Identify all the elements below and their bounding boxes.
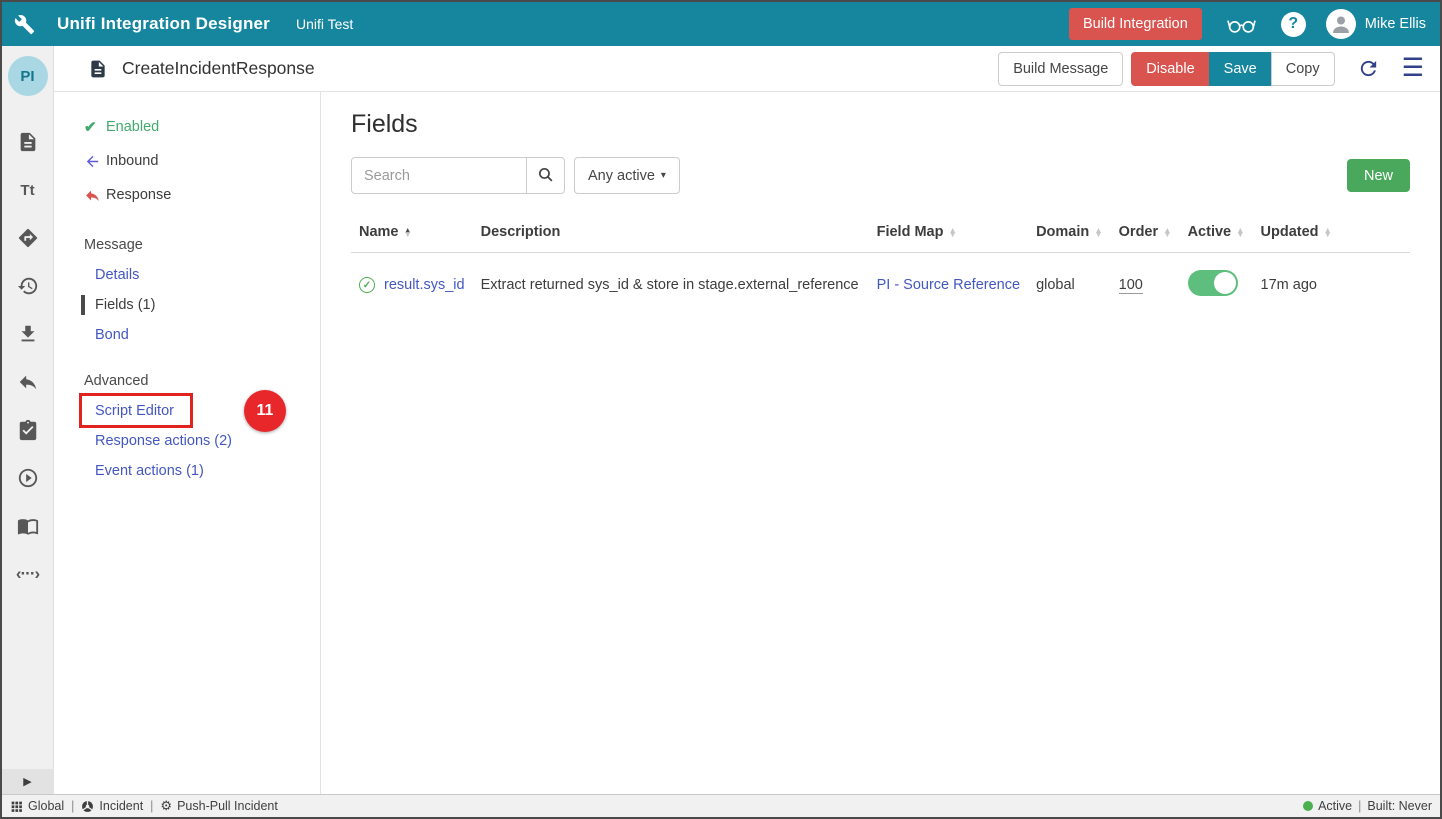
nav-item-details[interactable]: Details	[54, 260, 320, 290]
app-window: Unifi Integration Designer Unifi Test Bu…	[0, 0, 1442, 819]
reply-icon[interactable]	[2, 358, 54, 406]
nav-item-fields[interactable]: Fields (1)	[54, 290, 320, 320]
search-button[interactable]	[527, 157, 565, 194]
arrow-left-icon	[84, 153, 106, 170]
scope-indicator[interactable]: Global	[10, 799, 64, 813]
statusbar: Global | Incident | ⚙ Push-Pull Incident…	[2, 794, 1440, 817]
docs-icon[interactable]	[2, 502, 54, 550]
page-title: Fields	[351, 110, 1410, 139]
incident-icon	[81, 800, 94, 813]
status-dot	[1303, 801, 1313, 811]
col-active[interactable]: Active▲▼	[1180, 214, 1253, 253]
fields-panel: Fields Any active ▾	[321, 92, 1440, 794]
message-doc-icon	[88, 59, 108, 79]
field-domain: global	[1028, 253, 1111, 318]
topbar: Unifi Integration Designer Unifi Test Bu…	[2, 2, 1440, 46]
table-header-row: Name▲▼ Description Field Map▲▼ Domain▲▼ …	[351, 214, 1410, 253]
run-icon[interactable]	[2, 454, 54, 502]
refresh-icon[interactable]	[1357, 57, 1380, 80]
nav-item-response-actions[interactable]: Response actions (2)	[54, 426, 320, 456]
status-response: Response	[54, 178, 320, 212]
history-icon[interactable]	[2, 262, 54, 310]
section-message: Message	[54, 230, 320, 260]
tasks-icon[interactable]	[2, 406, 54, 454]
field-updated: 17m ago	[1253, 253, 1410, 318]
build-message-button[interactable]: Build Message	[998, 52, 1123, 86]
code-icon[interactable]: ‹···›	[2, 550, 54, 598]
target-indicator[interactable]: Incident	[81, 799, 143, 813]
field-description: Extract returned sys_id & store in stage…	[473, 253, 869, 318]
col-description[interactable]: Description	[473, 214, 869, 253]
rail-expand-button[interactable]: ▶	[2, 769, 54, 794]
instance-name: Unifi Test	[296, 16, 353, 32]
record-header: CreateIncidentResponse Build Message Dis…	[54, 46, 1440, 92]
col-domain[interactable]: Domain▲▼	[1028, 214, 1111, 253]
toggle-knob	[1214, 272, 1236, 294]
build-integration-button[interactable]: Build Integration	[1069, 8, 1202, 40]
directions-icon[interactable]	[2, 214, 54, 262]
active-filter-dropdown[interactable]: Any active ▾	[574, 157, 680, 194]
disable-button[interactable]: Disable	[1131, 52, 1208, 86]
messages-icon[interactable]	[2, 118, 54, 166]
expand-arrow-icon: ▶	[23, 775, 31, 788]
field-order[interactable]: 100	[1119, 277, 1143, 294]
nav-item-script-editor[interactable]: Script Editor 11	[54, 396, 320, 426]
section-advanced: Advanced	[54, 366, 320, 396]
field-maps-icon[interactable]: Tt	[2, 166, 54, 214]
search-input[interactable]	[351, 157, 527, 194]
help-icon[interactable]: ?	[1281, 12, 1306, 37]
field-ok-icon: ✓	[359, 277, 375, 293]
app-title: Unifi Integration Designer	[57, 14, 270, 34]
reply-arrow-icon	[84, 187, 106, 204]
status-enabled: ✔ Enabled	[54, 110, 320, 144]
field-map-link[interactable]: PI - Source Reference	[877, 277, 1020, 293]
field-name-link[interactable]: result.sys_id	[384, 277, 465, 293]
menu-icon[interactable]: ☰	[1402, 56, 1424, 81]
download-icon[interactable]	[2, 310, 54, 358]
nav-item-bond[interactable]: Bond	[54, 320, 320, 350]
grid-icon	[10, 800, 23, 813]
nav-item-event-actions[interactable]: Event actions (1)	[54, 456, 320, 486]
col-field-map[interactable]: Field Map▲▼	[869, 214, 1028, 253]
status-inbound: Inbound	[54, 144, 320, 178]
user-menu[interactable]: Mike Ellis	[1326, 9, 1426, 39]
search-icon	[537, 166, 554, 186]
new-field-button[interactable]: New	[1347, 159, 1410, 192]
message-sidenav: ✔ Enabled Inbound Response	[54, 92, 321, 794]
copy-button[interactable]: Copy	[1271, 52, 1335, 86]
table-row: ✓ result.sys_id Extract returned sys_id …	[351, 253, 1410, 318]
preview-glasses-icon[interactable]	[1226, 14, 1257, 34]
selected-marker	[81, 295, 85, 315]
col-name[interactable]: Name▲▼	[351, 214, 473, 253]
integration-avatar[interactable]: PI	[8, 56, 48, 96]
record-title: CreateIncidentResponse	[122, 58, 315, 79]
fields-table: Name▲▼ Description Field Map▲▼ Domain▲▼ …	[351, 214, 1410, 317]
col-updated[interactable]: Updated▲▼	[1253, 214, 1410, 253]
status-active-label: Active	[1318, 799, 1352, 813]
user-name: Mike Ellis	[1365, 16, 1426, 32]
icon-rail: PI Tt	[2, 46, 54, 794]
integration-indicator[interactable]: ⚙ Push-Pull Incident	[160, 798, 277, 814]
check-icon: ✔	[84, 118, 106, 136]
save-button[interactable]: Save	[1209, 52, 1271, 86]
built-label: Built: Never	[1367, 799, 1432, 813]
active-toggle[interactable]	[1188, 270, 1238, 296]
user-avatar	[1326, 9, 1356, 39]
chevron-down-icon: ▾	[661, 170, 666, 181]
gear-icon: ⚙	[160, 798, 172, 814]
wrench-icon	[14, 14, 35, 35]
col-order[interactable]: Order▲▼	[1111, 214, 1180, 253]
